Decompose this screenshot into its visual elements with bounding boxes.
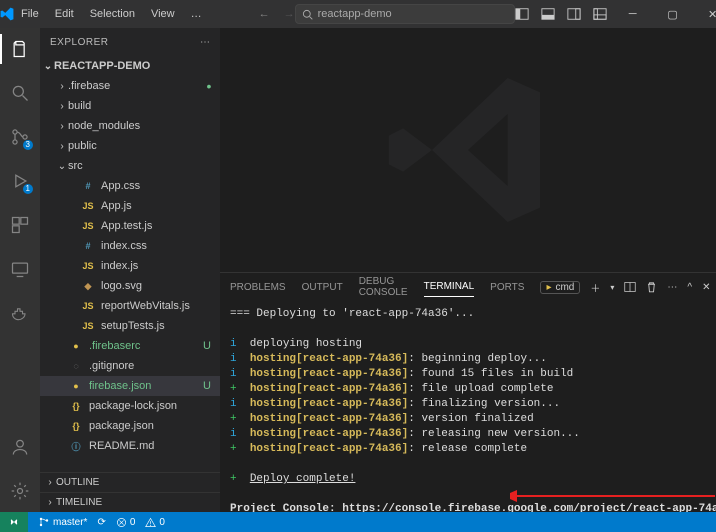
file-package-lock-json[interactable]: {}package-lock.json: [40, 396, 220, 416]
layout-sidebar-right-icon[interactable]: [567, 7, 581, 21]
split-terminal-icon[interactable]: [624, 281, 636, 293]
title-bar: File Edit Selection View … ← → reactapp-…: [0, 0, 716, 28]
menu-edit[interactable]: Edit: [48, 4, 81, 24]
menu-selection[interactable]: Selection: [83, 4, 142, 24]
file--firebaserc[interactable]: ●.firebasercU: [40, 336, 220, 356]
file-index-js[interactable]: JSindex.js: [40, 256, 220, 276]
status-branch[interactable]: master*: [38, 516, 87, 528]
tab-ports[interactable]: PORTS: [490, 278, 524, 297]
tree-root[interactable]: ⌄REACTAPP-DEMO: [40, 56, 220, 76]
nav-back-icon[interactable]: ←: [259, 8, 270, 20]
vscode-logo: [0, 7, 14, 21]
outline-section[interactable]: ›OUTLINE: [40, 472, 220, 492]
folder-src[interactable]: ⌄src: [40, 156, 220, 176]
window-minimize[interactable]: ─: [613, 0, 653, 28]
file-firebase-json[interactable]: ●firebase.jsonU: [40, 376, 220, 396]
layout-panel-icon[interactable]: [541, 7, 555, 21]
menu-view[interactable]: View: [144, 4, 182, 24]
folder--firebase[interactable]: ›.firebase•: [40, 76, 220, 96]
menu-more[interactable]: …: [184, 4, 209, 24]
panel-more-icon[interactable]: ⋯: [667, 282, 677, 293]
tab-problems[interactable]: PROBLEMS: [230, 278, 286, 297]
search-icon: [302, 9, 313, 20]
activity-extensions[interactable]: [0, 210, 40, 240]
activity-settings[interactable]: [0, 476, 40, 506]
status-sync[interactable]: ⟳: [97, 517, 105, 528]
file--gitignore[interactable]: ◌.gitignore: [40, 356, 220, 376]
scm-badge: 3: [23, 140, 33, 150]
folder-node-modules[interactable]: ›node_modules: [40, 116, 220, 136]
command-center[interactable]: reactapp-demo: [295, 4, 515, 24]
window-maximize[interactable]: ▢: [653, 0, 693, 28]
debug-badge: 1: [23, 184, 33, 194]
layout-customize-icon[interactable]: [593, 7, 607, 21]
folder-public[interactable]: ›public: [40, 136, 220, 156]
remote-indicator[interactable]: [0, 512, 28, 532]
file-app-js[interactable]: JSApp.js: [40, 196, 220, 216]
menu-bar: File Edit Selection View …: [14, 4, 209, 24]
activity-debug[interactable]: 1: [0, 166, 40, 196]
menu-file[interactable]: File: [14, 4, 46, 24]
explorer-sidebar: EXPLORER ⋯ ⌄REACTAPP-DEMO›.firebase•›bui…: [40, 28, 220, 512]
folder-build[interactable]: ›build: [40, 96, 220, 116]
file-app-css[interactable]: #App.css: [40, 176, 220, 196]
nav-forward-icon[interactable]: →: [284, 8, 295, 20]
activity-bar: 3 1: [0, 28, 40, 512]
panel-maximize-icon[interactable]: ^: [687, 282, 692, 293]
activity-scm[interactable]: 3: [0, 122, 40, 152]
editor-watermark: [220, 28, 716, 272]
terminal-output[interactable]: === Deploying to 'react-app-74a36'... i …: [220, 301, 716, 512]
panel: PROBLEMS OUTPUT DEBUG CONSOLE TERMINAL P…: [220, 272, 716, 512]
activity-docker[interactable]: [0, 298, 40, 328]
file-index-css[interactable]: #index.css: [40, 236, 220, 256]
new-terminal-icon[interactable]: ＋: [590, 280, 600, 295]
explorer-more-icon[interactable]: ⋯: [200, 37, 210, 48]
file-reportwebvitals-js[interactable]: JSreportWebVitals.js: [40, 296, 220, 316]
status-bar: master* ⟳ 0 0: [0, 512, 716, 532]
activity-search[interactable]: [0, 78, 40, 108]
file-setuptests-js[interactable]: JSsetupTests.js: [40, 316, 220, 336]
command-center-text: reactapp-demo: [318, 8, 392, 20]
status-warnings[interactable]: 0: [145, 517, 165, 528]
status-errors[interactable]: 0: [116, 517, 136, 528]
explorer-title: EXPLORER: [50, 37, 108, 48]
terminal-dropdown-icon[interactable]: ▾: [610, 283, 614, 292]
file-readme-md[interactable]: ⓘREADME.md: [40, 436, 220, 456]
timeline-section[interactable]: ›TIMELINE: [40, 492, 220, 512]
layout-sidebar-left-icon[interactable]: [515, 7, 529, 21]
tab-debug-console[interactable]: DEBUG CONSOLE: [359, 272, 408, 302]
kill-terminal-icon[interactable]: [646, 281, 657, 293]
activity-remote[interactable]: [0, 254, 40, 284]
activity-account[interactable]: [0, 432, 40, 462]
activity-explorer[interactable]: [0, 34, 40, 64]
tab-terminal[interactable]: TERMINAL: [424, 277, 475, 297]
tab-output[interactable]: OUTPUT: [302, 278, 343, 297]
file-logo-svg[interactable]: ◆logo.svg: [40, 276, 220, 296]
terminal-profile[interactable]: ▸cmd: [540, 281, 580, 294]
window-close[interactable]: ✕: [693, 0, 716, 28]
file-tree[interactable]: ⌄REACTAPP-DEMO›.firebase•›build›node_mod…: [40, 56, 220, 472]
file-app-test-js[interactable]: JSApp.test.js: [40, 216, 220, 236]
editor-area: PROBLEMS OUTPUT DEBUG CONSOLE TERMINAL P…: [220, 28, 716, 512]
panel-close-icon[interactable]: ✕: [702, 282, 710, 293]
file-package-json[interactable]: {}package.json: [40, 416, 220, 436]
